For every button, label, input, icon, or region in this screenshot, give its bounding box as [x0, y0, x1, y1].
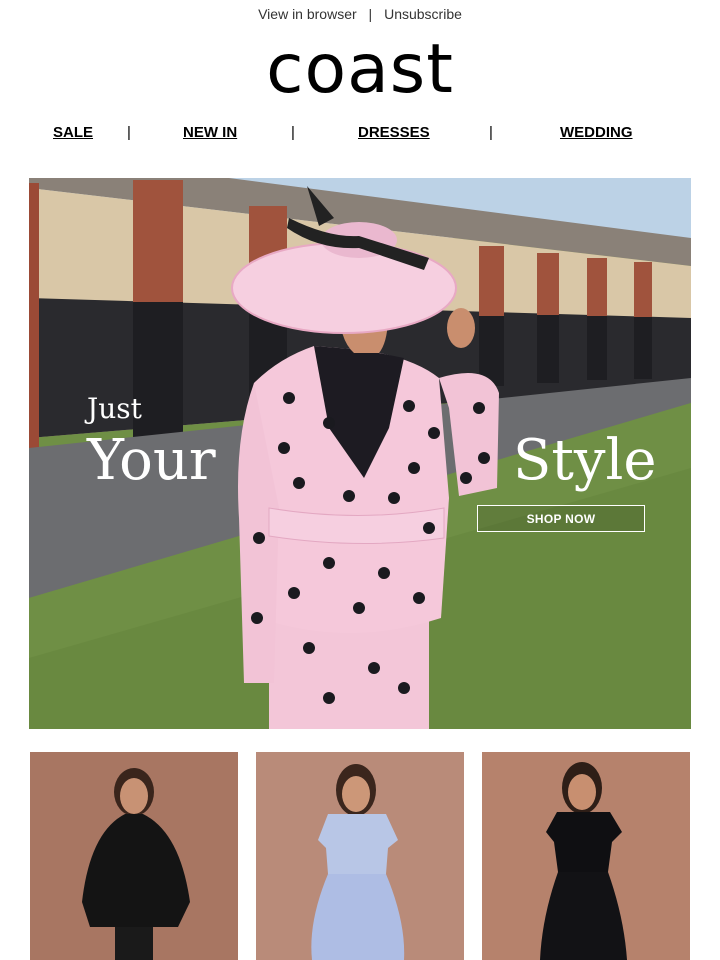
view-in-browser-link[interactable]: View in browser [258, 6, 357, 22]
nav-divider: | [489, 124, 493, 141]
coast-logo[interactable]: coast [0, 28, 720, 112]
unsubscribe-link[interactable]: Unsubscribe [384, 6, 462, 22]
hero-banner[interactable]: Just Your Style SHOP NOW [29, 178, 691, 729]
product-tile-2[interactable] [256, 752, 464, 960]
hero-heading-line2: Your [87, 428, 216, 493]
nav-divider: | [291, 124, 295, 141]
lilac-two-piece-photo [256, 752, 464, 960]
product-tile-1[interactable] [30, 752, 238, 960]
link-separator: | [368, 6, 373, 22]
nav-item-dresses[interactable]: DRESSES [358, 124, 430, 141]
nav-divider: | [127, 124, 131, 141]
nav-item-sale[interactable]: SALE [53, 124, 93, 141]
nav-item-wedding[interactable]: WEDDING [560, 124, 633, 141]
hero-heading-line1: Just [87, 392, 142, 425]
product-tile-3[interactable] [482, 752, 690, 960]
black-cape-coat-photo [30, 752, 238, 960]
shop-now-button[interactable]: SHOP NOW [477, 505, 645, 532]
nav-item-new-in[interactable]: NEW IN [183, 124, 237, 141]
top-links-bar: View in browser | Unsubscribe [0, 6, 720, 22]
hero-heading-line3: Style [513, 428, 657, 493]
black-velvet-dress-photo [482, 752, 690, 960]
main-nav: SALE | NEW IN | DRESSES | WEDDING [0, 124, 720, 144]
